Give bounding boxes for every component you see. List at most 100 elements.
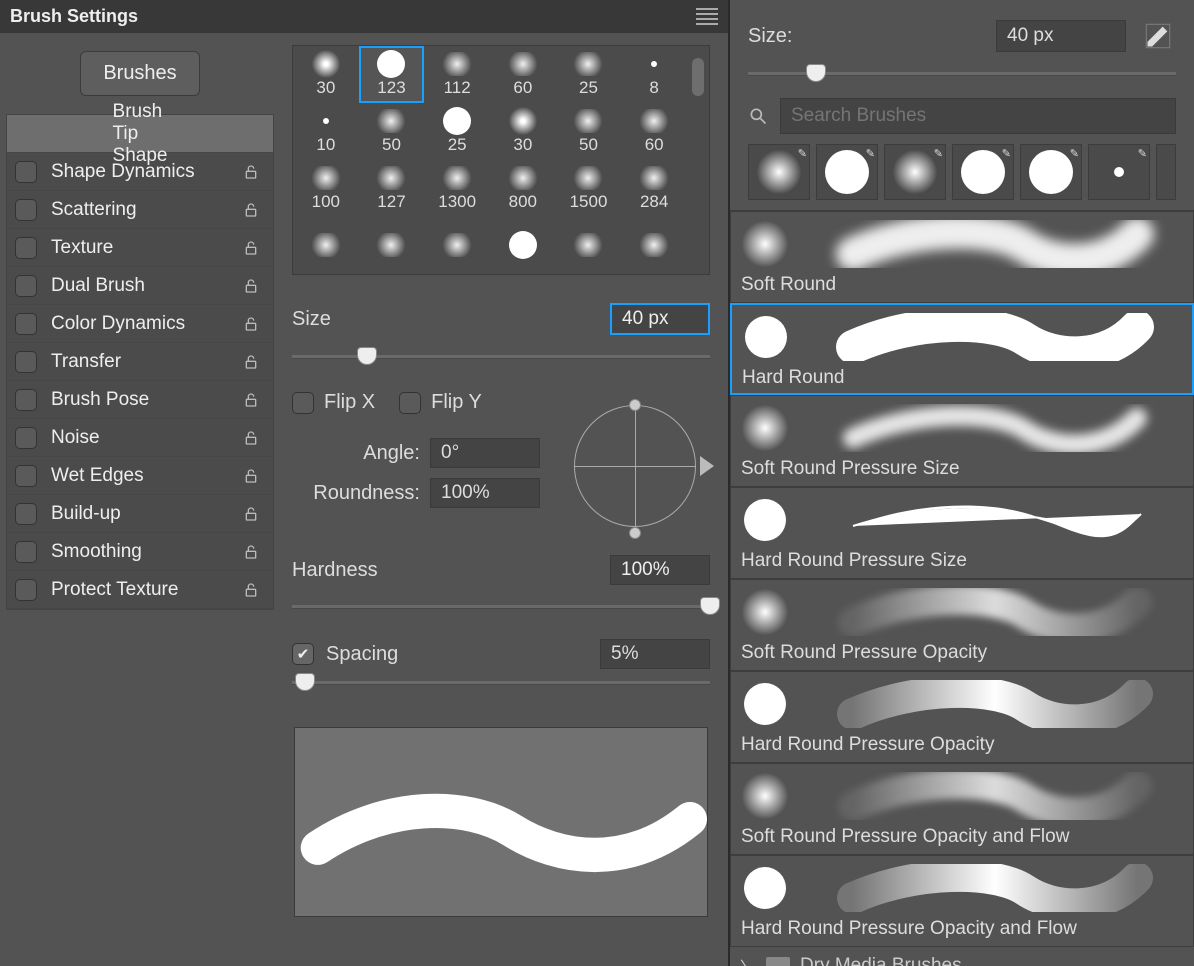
option-row-build-up[interactable]: Build-up xyxy=(7,495,273,533)
brush-item-soft-round[interactable]: Soft Round xyxy=(730,211,1194,303)
brush-tip-284[interactable]: 284 xyxy=(621,160,687,217)
option-row-color-dynamics[interactable]: Color Dynamics xyxy=(7,305,273,343)
option-row-noise[interactable]: Noise xyxy=(7,419,273,457)
brush-item-soft-round-pressure-opacity[interactable]: Soft Round Pressure Opacity xyxy=(730,579,1194,671)
option-checkbox[interactable] xyxy=(15,389,37,411)
lock-icon[interactable] xyxy=(243,240,265,256)
lock-icon[interactable] xyxy=(243,354,265,370)
option-row-wet-edges[interactable]: Wet Edges xyxy=(7,457,273,495)
brush-tip-112[interactable]: 112 xyxy=(424,46,490,103)
rp-size-input[interactable]: 40 px xyxy=(996,20,1126,52)
preset-thumb-1[interactable]: ✎ xyxy=(816,144,878,200)
angle-input[interactable]: 0° xyxy=(430,438,540,468)
brush-tip-x[interactable] xyxy=(293,217,359,274)
option-row-brush-pose[interactable]: Brush Pose xyxy=(7,381,273,419)
brush-item-hard-round-pressure-opacity[interactable]: Hard Round Pressure Opacity xyxy=(730,671,1194,763)
pen-badge-icon: ✎ xyxy=(934,147,943,160)
brush-tip-60[interactable]: 60 xyxy=(621,103,687,160)
search-input[interactable] xyxy=(780,98,1176,134)
preset-thumb-5[interactable]: ✎ xyxy=(1088,144,1150,200)
brush-toggle-icon[interactable] xyxy=(1140,18,1176,54)
spacing-slider[interactable] xyxy=(292,673,710,693)
brushes-button[interactable]: Brushes xyxy=(80,51,199,96)
option-row-transfer[interactable]: Transfer xyxy=(7,343,273,381)
brush-item-label: Hard Round Pressure Opacity and Flow xyxy=(741,918,1183,940)
brush-tip-127[interactable]: 127 xyxy=(359,160,425,217)
lock-icon[interactable] xyxy=(243,278,265,294)
panel-menu-icon[interactable] xyxy=(696,8,718,25)
spacing-input[interactable]: 5% xyxy=(600,639,710,669)
brush-tip-10[interactable]: 10 xyxy=(293,103,359,160)
brush-tip-x[interactable] xyxy=(621,217,687,274)
option-row-brush-tip-shape[interactable]: Brush Tip Shape xyxy=(7,115,273,153)
option-row-texture[interactable]: Texture xyxy=(7,229,273,267)
lock-icon[interactable] xyxy=(243,430,265,446)
size-slider[interactable] xyxy=(292,347,710,367)
option-row-dual-brush[interactable]: Dual Brush xyxy=(7,267,273,305)
roundness-input[interactable]: 100% xyxy=(430,478,540,508)
brush-item-soft-round-pressure-size[interactable]: Soft Round Pressure Size xyxy=(730,395,1194,487)
lock-icon[interactable] xyxy=(243,582,265,598)
hardness-slider[interactable] xyxy=(292,597,710,617)
brush-item-soft-round-pressure-opacity-and-flow[interactable]: Soft Round Pressure Opacity and Flow xyxy=(730,763,1194,855)
option-checkbox[interactable] xyxy=(15,199,37,221)
option-checkbox[interactable] xyxy=(15,503,37,525)
option-checkbox[interactable] xyxy=(15,161,37,183)
rp-size-slider[interactable] xyxy=(748,64,1176,84)
option-row-scattering[interactable]: Scattering xyxy=(7,191,273,229)
brush-tip-123[interactable]: 123 xyxy=(359,46,425,103)
brush-tip-25[interactable]: 25 xyxy=(556,46,622,103)
brush-tip-x[interactable] xyxy=(359,217,425,274)
lock-icon[interactable] xyxy=(243,164,265,180)
brush-item-hard-round-pressure-opacity-and-flow[interactable]: Hard Round Pressure Opacity and Flow xyxy=(730,855,1194,947)
lock-icon[interactable] xyxy=(243,202,265,218)
lock-icon[interactable] xyxy=(243,392,265,408)
brush-tip-100[interactable]: 100 xyxy=(293,160,359,217)
preset-thumb-3[interactable]: ✎ xyxy=(952,144,1014,200)
tip-scrollbar[interactable] xyxy=(687,46,709,274)
angle-widget[interactable] xyxy=(560,391,710,541)
brush-item-hard-round[interactable]: Hard Round xyxy=(730,303,1194,395)
brush-tip-50[interactable]: 50 xyxy=(359,103,425,160)
spacing-checkbox[interactable]: ✔ xyxy=(292,643,314,665)
brush-tip-8[interactable]: 8 xyxy=(621,46,687,103)
option-checkbox[interactable] xyxy=(15,275,37,297)
lock-icon[interactable] xyxy=(243,544,265,560)
option-checkbox[interactable] xyxy=(15,465,37,487)
hardness-input[interactable]: 100% xyxy=(610,555,710,585)
brush-tip-x[interactable] xyxy=(490,217,556,274)
brush-tip-50[interactable]: 50 xyxy=(556,103,622,160)
flip-y-checkbox[interactable]: Flip Y xyxy=(399,391,482,414)
brush-tip-1300[interactable]: 1300 xyxy=(424,160,490,217)
brush-tip-60[interactable]: 60 xyxy=(490,46,556,103)
size-input[interactable]: 40 px xyxy=(610,303,710,335)
brush-item-label: Soft Round Pressure Opacity and Flow xyxy=(741,826,1183,848)
option-checkbox[interactable] xyxy=(15,351,37,373)
brush-tip-800[interactable]: 800 xyxy=(490,160,556,217)
brush-folder-row[interactable]: 〉Dry Media Brushes xyxy=(730,947,1194,966)
preset-thumb-4[interactable]: ✎ xyxy=(1020,144,1082,200)
tip-size-label: 284 xyxy=(640,192,668,212)
option-checkbox[interactable] xyxy=(15,313,37,335)
option-row-smoothing[interactable]: Smoothing xyxy=(7,533,273,571)
option-checkbox[interactable] xyxy=(15,579,37,601)
preset-thumb-2[interactable]: ✎ xyxy=(884,144,946,200)
preset-thumb-0[interactable]: ✎ xyxy=(748,144,810,200)
lock-icon[interactable] xyxy=(243,316,265,332)
option-checkbox[interactable] xyxy=(15,237,37,259)
option-row-protect-texture[interactable]: Protect Texture xyxy=(7,571,273,609)
brush-tip-x[interactable] xyxy=(424,217,490,274)
brush-tip-30[interactable]: 30 xyxy=(490,103,556,160)
option-checkbox[interactable] xyxy=(15,427,37,449)
brush-tip-x[interactable] xyxy=(556,217,622,274)
brush-tip-30[interactable]: 30 xyxy=(293,46,359,103)
brush-tip-1500[interactable]: 1500 xyxy=(556,160,622,217)
preset-thumb-more[interactable] xyxy=(1156,144,1176,200)
brush-tip-25[interactable]: 25 xyxy=(424,103,490,160)
flip-x-checkbox[interactable]: Flip X xyxy=(292,391,375,414)
panel-title: Brush Settings xyxy=(10,6,138,27)
option-checkbox[interactable] xyxy=(15,541,37,563)
lock-icon[interactable] xyxy=(243,506,265,522)
lock-icon[interactable] xyxy=(243,468,265,484)
brush-item-hard-round-pressure-size[interactable]: Hard Round Pressure Size xyxy=(730,487,1194,579)
